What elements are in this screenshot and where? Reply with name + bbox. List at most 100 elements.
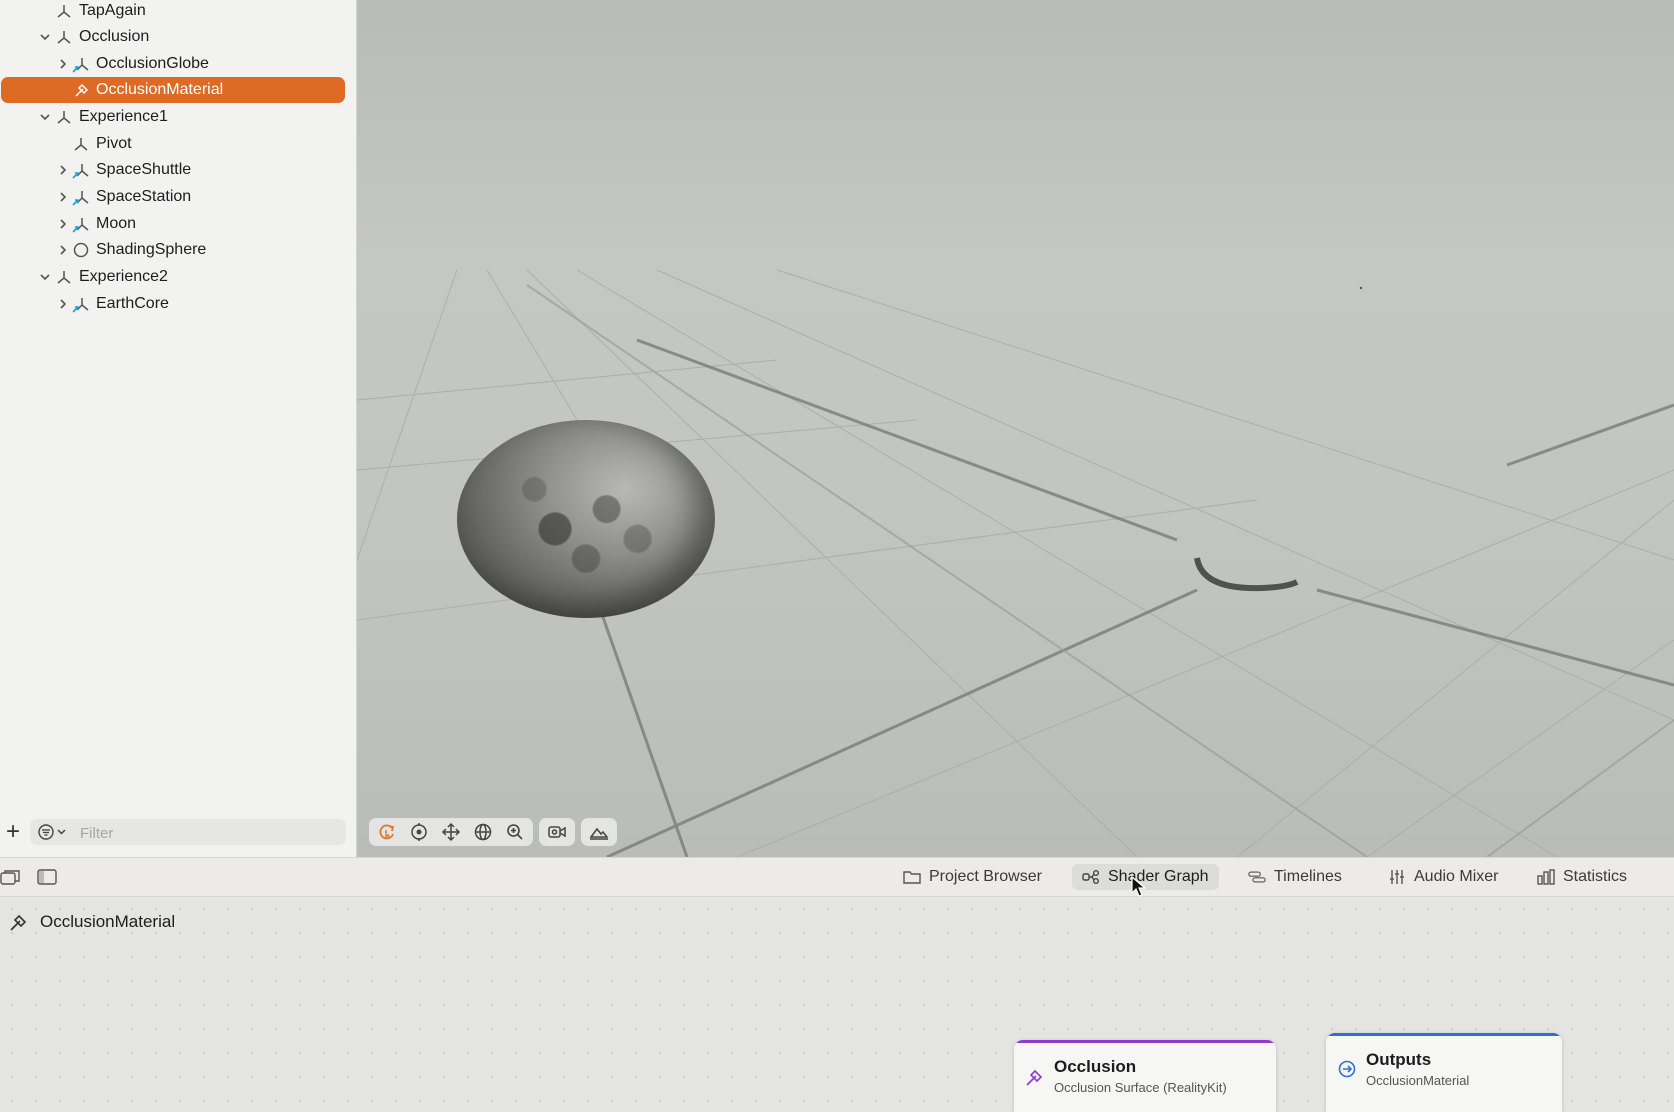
tree-item-pivot[interactable]: Pivot — [0, 131, 344, 157]
shader-graph-canvas[interactable]: OcclusionMaterial Occlusion Occlusion Su… — [0, 897, 1674, 1112]
material-icon — [1024, 1066, 1046, 1088]
outputs-node[interactable]: Outputs OcclusionMaterial — [1326, 1033, 1562, 1112]
folder-icon — [903, 869, 921, 885]
node-subtitle: Occlusion Surface (RealityKit) — [1054, 1080, 1227, 1095]
moon-model[interactable] — [457, 420, 715, 618]
transform-gizmo-arc[interactable] — [1194, 557, 1299, 592]
tree-item-occlusion[interactable]: Occlusion — [0, 24, 344, 50]
rotate-select-icon — [379, 824, 395, 840]
node-accent-bar — [1326, 1033, 1562, 1036]
tree-item-label: EarthCore — [96, 295, 169, 312]
mouse-cursor-icon — [1131, 876, 1147, 897]
tab-label: Project Browser — [929, 868, 1042, 885]
environment-group — [581, 818, 617, 846]
entity-icon — [55, 28, 73, 46]
node-subtitle: OcclusionMaterial — [1366, 1073, 1470, 1088]
node-title: Outputs — [1366, 1050, 1432, 1069]
tree-item-moon[interactable]: Moon — [0, 211, 344, 237]
scene-hierarchy-panel: TapAgain Occlusion OcclusionGlobe Occlus… — [0, 0, 357, 857]
shader-graph-icon — [1082, 869, 1100, 885]
material-name: OcclusionMaterial — [40, 912, 176, 931]
rotate-tool-button[interactable] — [469, 820, 497, 844]
tab-audio-mixer[interactable]: Audio Mixer — [1378, 864, 1508, 890]
sidebar-toggle-icon[interactable] — [36, 868, 58, 886]
mountain-icon — [589, 827, 609, 840]
orbit-icon — [411, 823, 427, 841]
tree-item-label: OcclusionGlobe — [96, 55, 209, 72]
scene-viewport[interactable] — [357, 0, 1674, 857]
tree-item-label: Occlusion — [79, 28, 150, 45]
material-icon — [73, 81, 91, 99]
chevron-right-icon[interactable] — [56, 297, 70, 311]
add-entity-button[interactable]: + — [2, 820, 24, 844]
tree-item-experience1[interactable]: Experience1 — [0, 104, 344, 130]
zoom-icon — [507, 824, 523, 840]
chevron-down-icon[interactable] — [38, 110, 52, 124]
tab-label: Timelines — [1274, 868, 1342, 885]
timeline-icon — [1248, 869, 1266, 885]
chevron-right-icon[interactable] — [56, 190, 70, 204]
tree-item-label: Experience2 — [79, 268, 168, 285]
tree-item-label: Experience1 — [79, 108, 168, 125]
camera-group — [539, 818, 575, 846]
tab-label: Statistics — [1563, 868, 1628, 885]
tree-item-experience2[interactable]: Experience2 — [0, 264, 344, 290]
move-tool-button[interactable] — [437, 820, 465, 844]
tab-project-browser[interactable]: Project Browser — [893, 864, 1052, 890]
linked-entity-icon — [72, 161, 90, 179]
globe-rotate-icon — [474, 823, 492, 841]
chevron-right-icon[interactable] — [56, 217, 70, 231]
tab-timelines[interactable]: Timelines — [1238, 864, 1352, 890]
tree-item-label: SpaceShuttle — [96, 161, 192, 178]
linked-entity-icon — [72, 215, 90, 233]
entity-icon — [55, 108, 73, 126]
transform-tool-group — [369, 818, 533, 846]
tree-item-spaceshuttle[interactable]: SpaceShuttle — [0, 157, 344, 183]
move-arrows-icon — [441, 822, 461, 842]
linked-entity-icon — [72, 55, 90, 73]
chevron-down-icon[interactable] — [38, 270, 52, 284]
filter-field[interactable] — [30, 819, 346, 845]
chevron-right-icon[interactable] — [56, 57, 70, 71]
tree-item-earthcore[interactable]: EarthCore — [0, 291, 344, 317]
filter-input[interactable] — [78, 822, 342, 844]
select-tool-button[interactable] — [373, 820, 401, 844]
chevron-right-icon[interactable] — [56, 243, 70, 257]
camera-button[interactable] — [543, 820, 571, 844]
zoom-tool-button[interactable] — [501, 820, 529, 844]
tab-statistics[interactable]: Statistics — [1527, 864, 1637, 890]
chart-icon — [1537, 869, 1555, 885]
tree-item-label: Pivot — [96, 135, 132, 152]
entity-icon — [72, 135, 90, 153]
node-title: Occlusion — [1054, 1057, 1137, 1076]
tree-item-occlusionglobe[interactable]: OcclusionGlobe — [0, 51, 344, 77]
mixer-icon — [1388, 869, 1406, 885]
material-icon — [8, 911, 30, 933]
output-arrow-icon — [1336, 1058, 1358, 1080]
sphere-icon — [72, 241, 90, 259]
linked-entity-icon — [72, 188, 90, 206]
tree-item-occlusionmaterial[interactable]: OcclusionMaterial — [1, 77, 345, 103]
chevron-down-icon[interactable] — [38, 30, 52, 44]
chevron-right-icon[interactable] — [56, 163, 70, 177]
tree-item-shadingsphere[interactable]: ShadingSphere — [0, 237, 344, 263]
occlusion-node[interactable]: Occlusion Occlusion Surface (RealityKit) — [1014, 1040, 1276, 1112]
tree-item-tapagain[interactable]: TapAgain — [0, 0, 344, 24]
tab-label: Audio Mixer — [1414, 868, 1499, 885]
tree-item-spacestation[interactable]: SpaceStation — [0, 184, 344, 210]
camera-icon — [548, 826, 566, 838]
environment-button[interactable] — [585, 820, 613, 844]
entity-icon — [55, 2, 73, 20]
orbit-tool-button[interactable] — [405, 820, 433, 844]
linked-entity-icon — [72, 295, 90, 313]
window-stack-icon[interactable] — [0, 868, 22, 886]
tab-label: Shader Graph — [1108, 868, 1209, 885]
filter-menu-icon[interactable] — [38, 824, 74, 840]
bottom-panel-tabbar: Project Browser Shader Graph Timelines A… — [0, 857, 1674, 897]
entity-icon — [55, 268, 73, 286]
graph-title: OcclusionMaterial — [8, 911, 175, 933]
tree-item-label: SpaceStation — [96, 188, 192, 205]
tree-item-label: Moon — [96, 215, 137, 232]
hierarchy-footer: + — [0, 817, 356, 851]
tree-item-label: TapAgain — [79, 2, 146, 19]
